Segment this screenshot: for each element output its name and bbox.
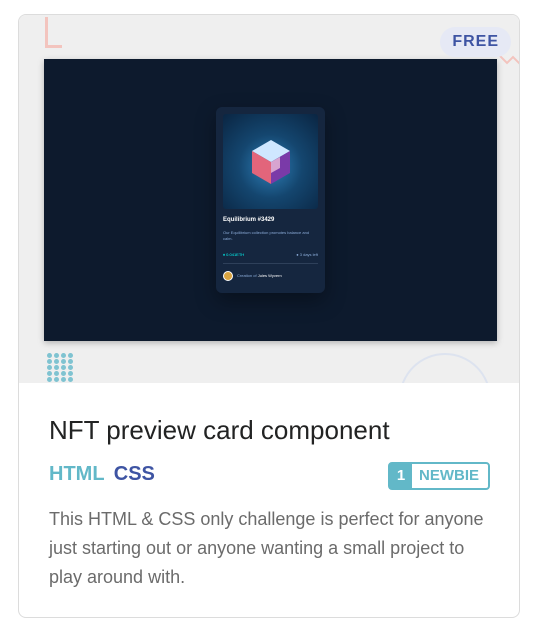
challenge-card[interactable]: Equilibrium #3429 Our Equilibrium collec…	[18, 14, 520, 618]
nft-divider	[223, 263, 318, 264]
nft-time-left-value: 3 days left	[299, 252, 318, 257]
tag-html: HTML	[49, 463, 105, 485]
challenge-tags: HTML CSS	[49, 463, 155, 486]
nft-title: Equilibrium #3429	[223, 217, 275, 223]
challenge-title[interactable]: NFT preview card component	[49, 415, 390, 446]
nft-creator-name: Jules Wyvern	[257, 273, 282, 278]
nft-description: Our Equilibrium collection promotes bala…	[223, 230, 310, 241]
nft-price: ♦ 0.041ETH	[223, 252, 244, 257]
challenge-description: This HTML & CSS only challenge is perfec…	[49, 509, 484, 587]
tag-css: CSS	[113, 463, 155, 485]
difficulty-level-number: 1	[390, 464, 412, 488]
challenge-hero[interactable]: Equilibrium #3429 Our Equilibrium collec…	[19, 15, 519, 383]
nft-card-preview: Equilibrium #3429 Our Equilibrium collec…	[216, 107, 325, 293]
nft-creator-prefix: Creation of	[237, 273, 257, 278]
nft-image	[223, 114, 318, 209]
decorative-corner-shape	[45, 17, 62, 48]
nft-time-left: ● 3 days left	[296, 252, 318, 257]
decorative-circle	[399, 353, 491, 383]
decorative-dot-grid	[47, 353, 73, 382]
nft-creator: Creation of Jules Wyvern	[237, 273, 282, 278]
free-badge: FREE	[440, 27, 511, 57]
nft-price-value: 0.041ETH	[226, 252, 245, 257]
avatar	[223, 271, 233, 281]
challenge-preview-image[interactable]: Equilibrium #3429 Our Equilibrium collec…	[44, 59, 497, 341]
difficulty-level-label: NEWBIE	[419, 467, 479, 484]
difficulty-badge: 1 NEWBIE	[388, 462, 490, 490]
cube-icon	[252, 140, 290, 184]
